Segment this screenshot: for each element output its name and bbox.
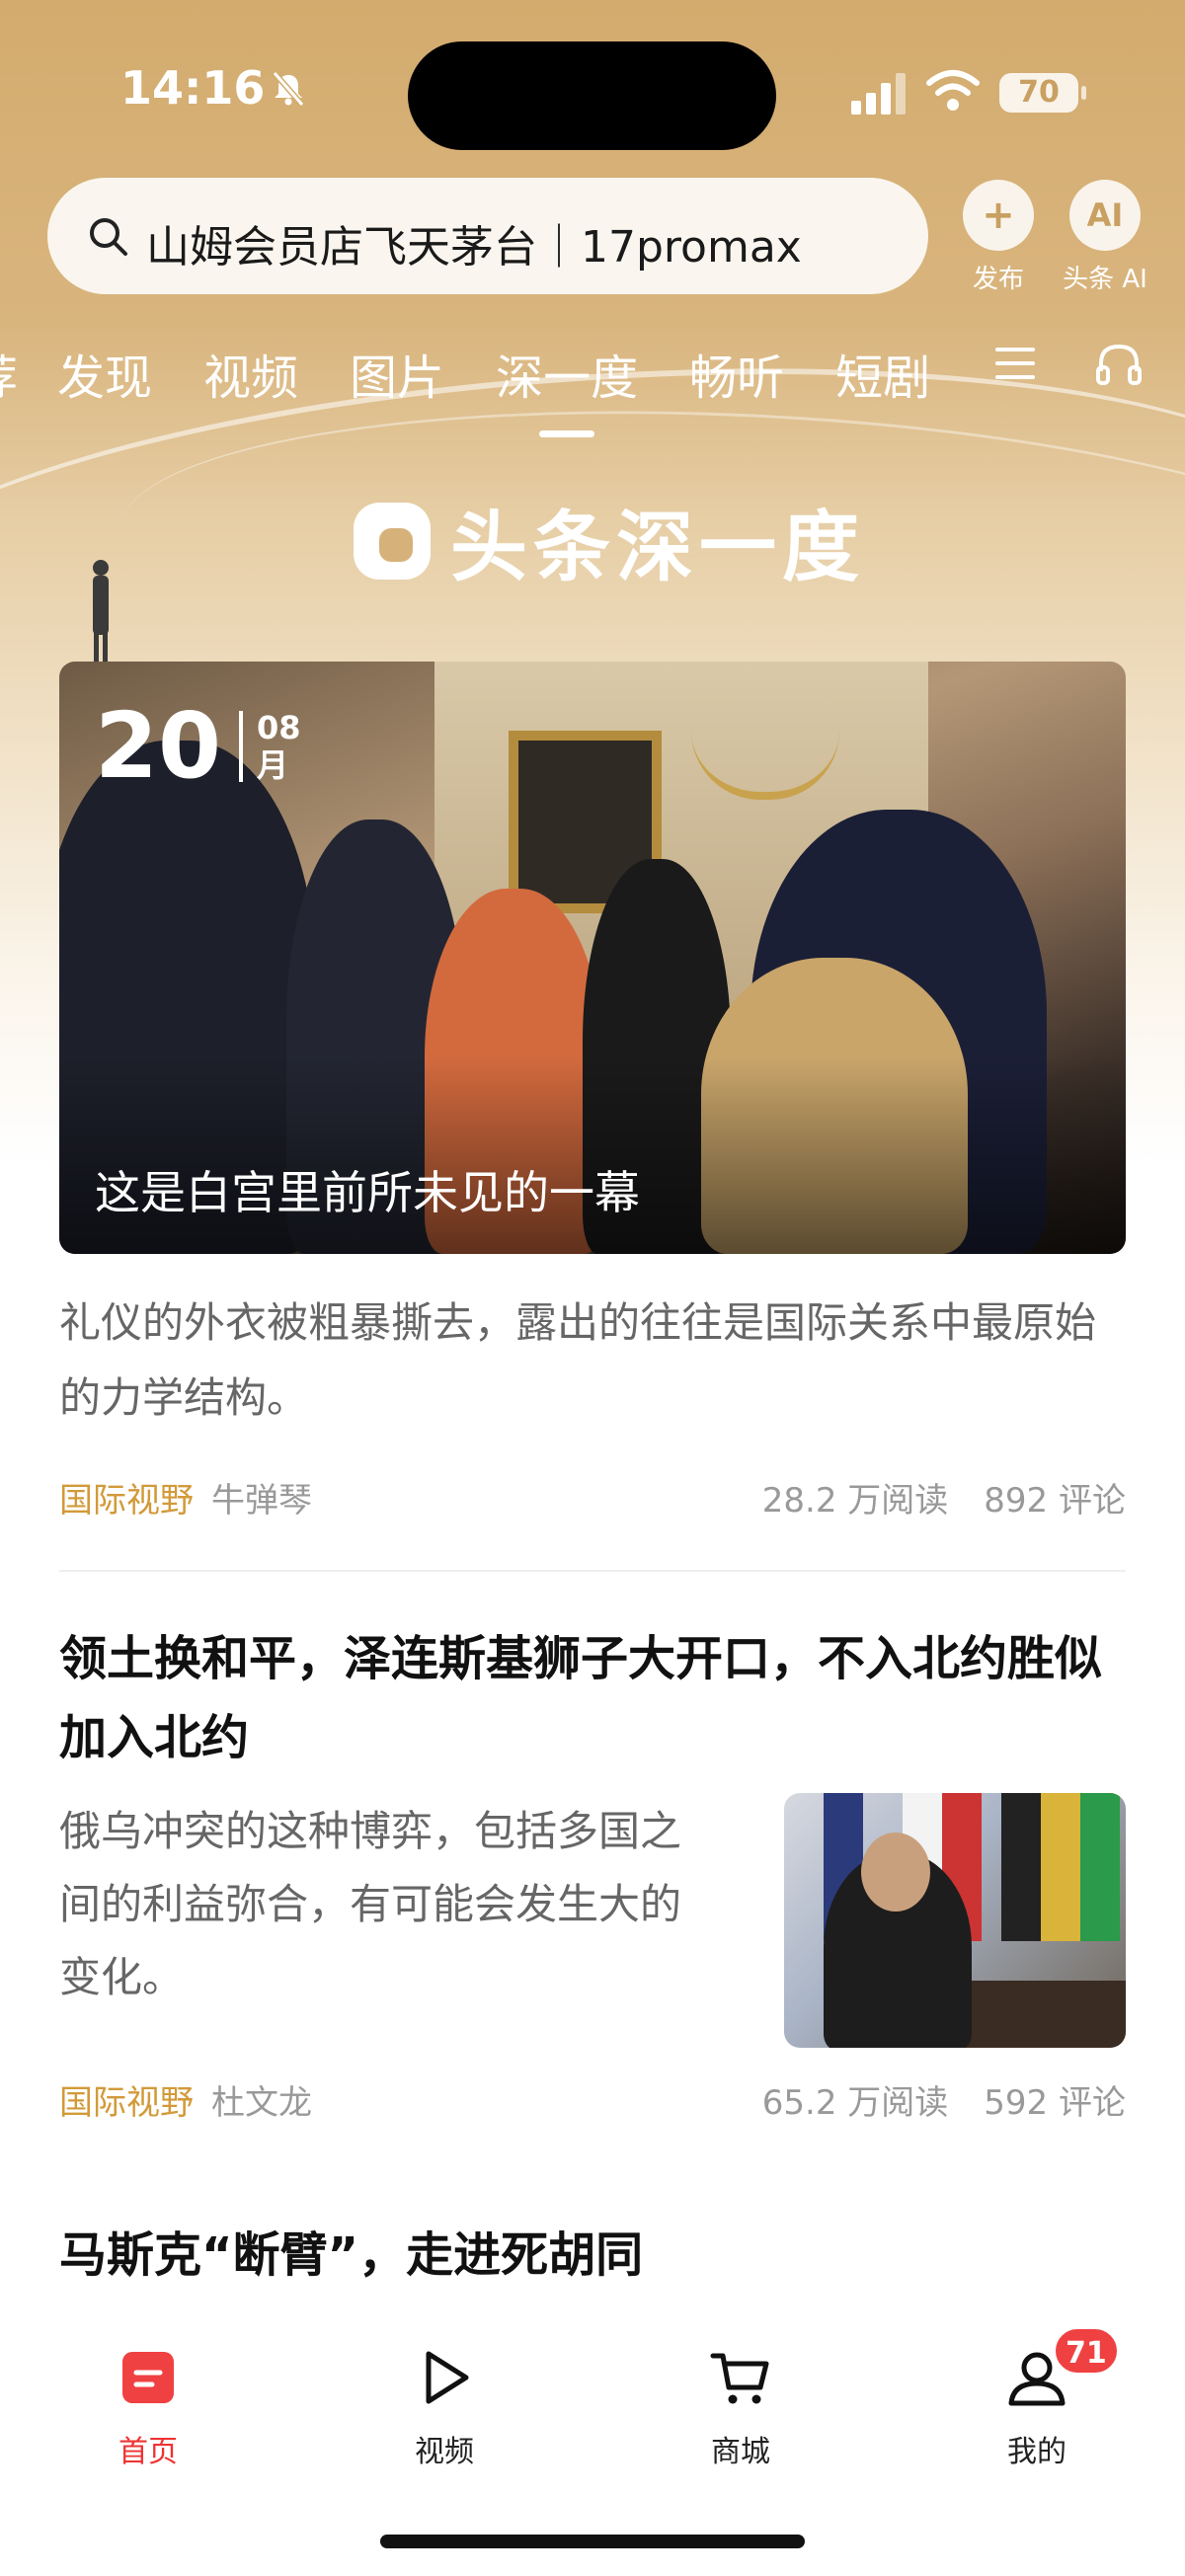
- date-separator: [239, 711, 243, 782]
- article-stats: 65.2 万阅读 592 评论: [762, 2075, 1126, 2124]
- nav-profile-label: 我的: [1007, 2435, 1066, 2469]
- feature-author[interactable]: 牛弹琴: [211, 1481, 312, 1521]
- menu-icon[interactable]: [993, 342, 1037, 385]
- home-icon: [122, 2352, 174, 2403]
- tab-discover[interactable]: 发现: [57, 339, 152, 408]
- article-comments[interactable]: 592 评论: [984, 2083, 1126, 2123]
- feature-title: 这是白宫里前所未见的一幕: [95, 1166, 640, 1219]
- article-tag[interactable]: 国际视野: [59, 2083, 194, 2123]
- search-icon: [90, 218, 127, 256]
- dynamic-island: [408, 41, 776, 150]
- article-title[interactable]: 马斯克“断臂”，走进死胡同: [59, 2216, 1126, 2295]
- feature-reads: 28.2 万阅读: [761, 1481, 949, 1521]
- thumbnail-flag: [1080, 1793, 1120, 1941]
- feature-summary: 礼仪的外衣被粗暴撕去，露出的往往是国际关系中最原始的力学结构。: [59, 1298, 1097, 1422]
- cart-icon: [710, 2353, 769, 2404]
- feature-month-unit: 月: [257, 746, 289, 784]
- feature-comments[interactable]: 892 评论: [984, 1481, 1126, 1521]
- publish-label: 发布: [972, 265, 1024, 294]
- feature-meta: 国际视野 牛弹琴 28.2 万阅读 892 评论: [59, 1473, 1126, 1522]
- status-time: 14:16: [120, 61, 266, 115]
- feature-tag[interactable]: 国际视野: [59, 1481, 194, 1521]
- tab-recommend[interactable]: 荐: [0, 339, 18, 408]
- nav-video-label: 视频: [415, 2435, 474, 2469]
- battery-indicator: 70: [999, 73, 1086, 113]
- tab-pictures[interactable]: 图片: [350, 339, 444, 408]
- tab-in-depth[interactable]: 深一度: [496, 339, 638, 437]
- hero-photo-chandelier: [691, 671, 839, 800]
- nav-home[interactable]: 首页: [79, 2346, 217, 2470]
- nav-home-label: 首页: [118, 2435, 178, 2469]
- toutiao-logo-icon: [354, 503, 431, 580]
- nav-mall-label: 商城: [711, 2435, 770, 2469]
- wifi-icon: [926, 70, 980, 111]
- thumbnail-flag: [1001, 1793, 1041, 1941]
- category-tabs: 荐 发现 视频 图片 深一度 畅听 短剧: [0, 334, 982, 437]
- plus-icon: +: [963, 180, 1034, 251]
- thumbnail-flag: [1041, 1793, 1080, 1941]
- article-reads: 65.2 万阅读: [761, 2083, 949, 2123]
- cellular-signal-icon: [851, 73, 906, 115]
- article-title[interactable]: 领土换和平，泽连斯基狮子大开口，不入北约胜似加入北约: [59, 1619, 1126, 1777]
- feature-date-day: 20: [95, 693, 222, 799]
- feature-stats: 28.2 万阅读 892 评论: [762, 1473, 1126, 1522]
- hero-gradient-overlay: [59, 1056, 1126, 1254]
- featured-article-card[interactable]: 20 08 月 这是白宫里前所未见的一幕: [59, 662, 1126, 1254]
- home-indicator: [380, 2535, 805, 2548]
- tab-video[interactable]: 视频: [203, 339, 298, 408]
- bell-off-icon: [272, 71, 305, 107]
- nav-profile[interactable]: 我的 71: [968, 2326, 1120, 2470]
- thumbnail-face: [861, 1833, 930, 1912]
- publish-button[interactable]: + 发布: [954, 180, 1043, 295]
- search-bar[interactable]: 山姆会员店飞天茅台｜17promax: [47, 178, 928, 294]
- article-summary: 俄乌冲突的这种博弈，包括多国之间的利益弥合，有可能会发生大的变化。: [59, 1807, 682, 2001]
- brand-title: 头条深一度: [450, 504, 866, 592]
- ai-label: 头条 AI: [1063, 265, 1147, 294]
- brand-header: 头条深一度: [348, 486, 865, 596]
- ai-icon: AI: [1069, 180, 1141, 251]
- tab-listen[interactable]: 畅听: [689, 339, 784, 408]
- article-thumbnail[interactable]: [784, 1793, 1126, 2048]
- search-placeholder-text: 山姆会员店飞天茅台｜17promax: [146, 222, 802, 273]
- feature-month-number: 08: [257, 709, 301, 746]
- headset-icon[interactable]: [1094, 340, 1144, 389]
- tab-short-drama[interactable]: 短剧: [835, 339, 930, 408]
- nav-mall[interactable]: 商城: [672, 2346, 810, 2470]
- nav-video[interactable]: 视频: [375, 2346, 514, 2470]
- ai-assistant-button[interactable]: AI 头条 AI: [1061, 180, 1149, 295]
- notification-badge: 71: [1053, 2326, 1120, 2376]
- play-icon: [426, 2351, 469, 2404]
- feature-date-month: 08 月: [257, 709, 301, 784]
- statue-silhouette: [93, 560, 109, 666]
- feed-divider: [59, 1570, 1126, 1572]
- article-author[interactable]: 杜文龙: [211, 2083, 312, 2123]
- article-meta: 国际视野 杜文龙 65.2 万阅读 592 评论: [59, 2075, 1126, 2125]
